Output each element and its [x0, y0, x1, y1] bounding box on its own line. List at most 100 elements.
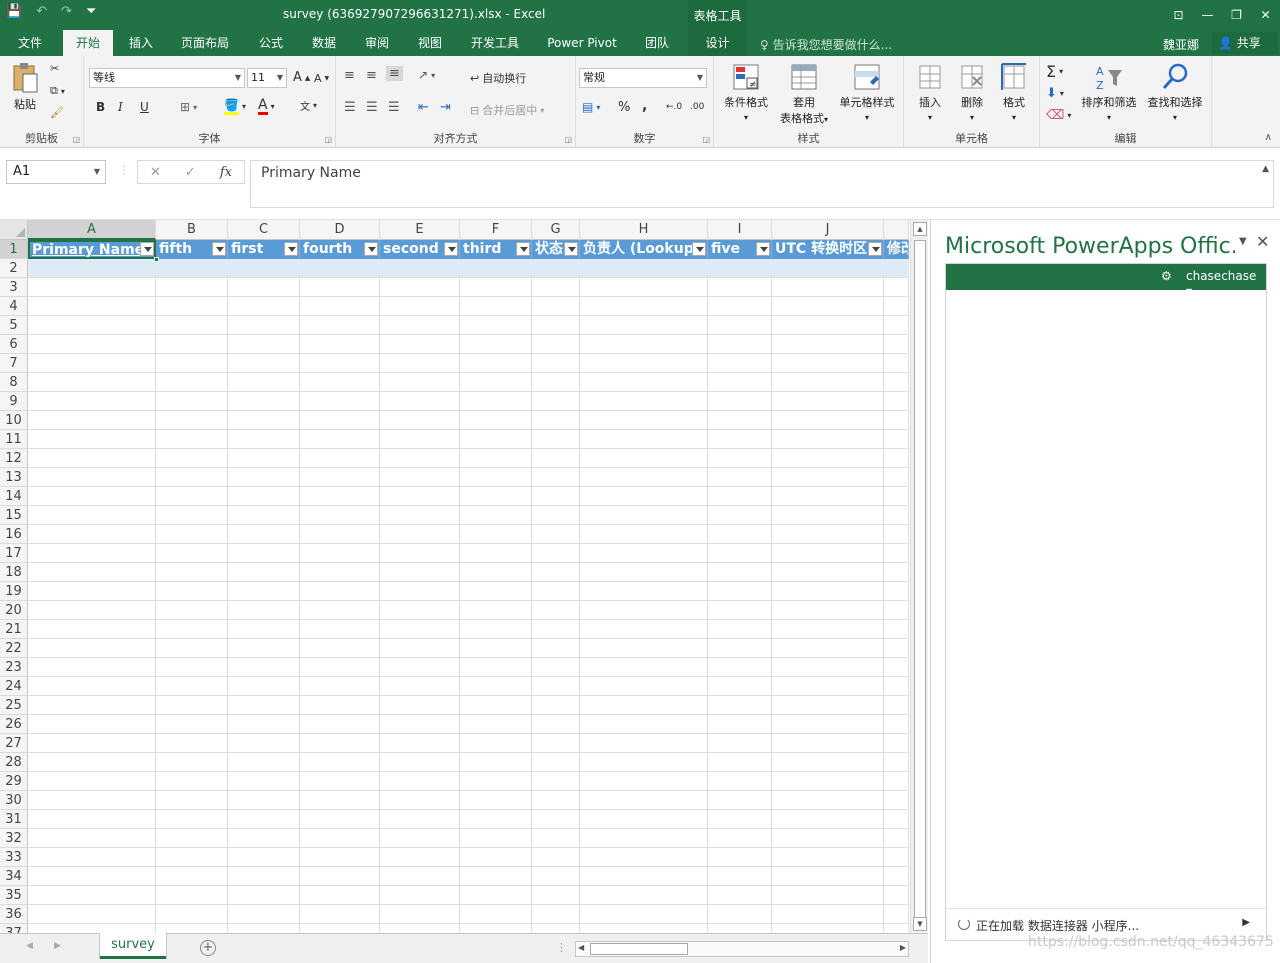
horizontal-scrollbar[interactable]: ◀ ▶	[575, 941, 909, 957]
row-header-25[interactable]: 25	[0, 696, 28, 715]
row-header-33[interactable]: 33	[0, 848, 28, 867]
collapse-ribbon-icon[interactable]: ∧	[1265, 132, 1272, 143]
tab-home[interactable]: 开始	[63, 30, 113, 56]
row-header-37[interactable]: 37	[0, 924, 28, 933]
font-color-button[interactable]: A ▾	[258, 98, 275, 115]
column-header-g[interactable]: G	[532, 220, 580, 240]
increase-decimal-button[interactable]: ←.0	[666, 102, 682, 112]
fill-button[interactable]: ⬇ ▾	[1046, 86, 1064, 101]
row-header-24[interactable]: 24	[0, 677, 28, 696]
sheet-tab-survey[interactable]: survey	[100, 933, 166, 959]
clear-button[interactable]: ⌫ ▾	[1046, 108, 1071, 123]
orientation-button[interactable]: ↗ ▾	[418, 68, 435, 82]
tab-design[interactable]: 设计	[688, 30, 747, 56]
column-header-h[interactable]: H	[580, 220, 708, 240]
scroll-up-icon[interactable]: ▲	[913, 222, 927, 236]
row-header-17[interactable]: 17	[0, 544, 28, 563]
row-header-14[interactable]: 14	[0, 487, 28, 506]
sort-filter-button[interactable]: AZ 排序和筛选 ▾	[1078, 62, 1140, 123]
splitter-dots-icon[interactable]: ⋮	[119, 165, 129, 176]
prev-sheet-icon[interactable]: ◀	[26, 941, 33, 951]
gear-icon[interactable]: ⚙	[1161, 269, 1172, 283]
column-header-a[interactable]: A	[28, 220, 156, 240]
scroll-right-icon[interactable]: ▶	[900, 943, 906, 952]
dialog-launcher-icon[interactable]: ◲	[702, 135, 710, 144]
row-header-7[interactable]: 7	[0, 354, 28, 373]
worksheet-grid[interactable]: ABCDEFGHIJ 1 2 3 4 5 6 7 8 9 10 11 12 13 14 15 16 17 18 19…	[0, 220, 928, 933]
grow-font-button[interactable]: A ▲	[293, 70, 310, 85]
decrease-decimal-button[interactable]: .00	[690, 102, 704, 112]
undo-icon[interactable]: ↶	[36, 4, 47, 19]
row-header-8[interactable]: 8	[0, 373, 28, 392]
cells-area[interactable]	[28, 240, 909, 933]
select-all-button[interactable]	[0, 220, 28, 240]
row-header-23[interactable]: 23	[0, 658, 28, 677]
dialog-launcher-icon[interactable]: ◲	[72, 135, 80, 144]
bottom-align-button[interactable]: ≡	[386, 66, 403, 81]
align-left-button[interactable]: ☰	[344, 100, 356, 115]
row-header-31[interactable]: 31	[0, 810, 28, 829]
table-header-cell[interactable]: 修改	[884, 240, 909, 259]
filter-dropdown-icon[interactable]	[444, 242, 458, 256]
hscroll-thumb[interactable]	[590, 943, 688, 955]
row-header-16[interactable]: 16	[0, 525, 28, 544]
row-header-6[interactable]: 6	[0, 335, 28, 354]
redo-icon[interactable]: ↷	[61, 4, 72, 19]
tab-view[interactable]: 视图	[406, 30, 454, 56]
row-header-10[interactable]: 10	[0, 411, 28, 430]
row-header-18[interactable]: 18	[0, 563, 28, 582]
share-button[interactable]: 👤 共享	[1212, 32, 1278, 54]
user-name[interactable]: 魏亚娜	[1163, 36, 1199, 53]
row-header-5[interactable]: 5	[0, 316, 28, 335]
tab-insert[interactable]: 插入	[117, 30, 165, 56]
expand-formula-bar-icon[interactable]: ▲	[1262, 164, 1269, 174]
filter-dropdown-icon[interactable]	[364, 242, 378, 256]
cancel-icon[interactable]: ✕	[150, 165, 161, 180]
column-header-d[interactable]: D	[300, 220, 380, 240]
tab-power-pivot[interactable]: Power Pivot	[540, 30, 624, 56]
underline-button[interactable]: U	[140, 100, 149, 114]
row-header-29[interactable]: 29	[0, 772, 28, 791]
phonetic-button[interactable]: 文 ▾	[300, 98, 317, 113]
table-header-cell[interactable]: Primary Name	[28, 240, 156, 259]
task-pane-user[interactable]: chasechase ▼	[1186, 269, 1266, 297]
dialog-launcher-icon[interactable]: ◲	[324, 135, 332, 144]
italic-button[interactable]: I	[118, 100, 123, 114]
next-sheet-icon[interactable]: ▶	[54, 941, 61, 951]
filter-dropdown-icon[interactable]	[756, 242, 770, 256]
tab-page-layout[interactable]: 页面布局	[172, 30, 238, 56]
restore-icon[interactable]: ❐	[1222, 0, 1251, 30]
row-header-22[interactable]: 22	[0, 639, 28, 658]
conditional-formatting-button[interactable]: ≠ 条件格式 ▾	[718, 62, 774, 123]
row-header-30[interactable]: 30	[0, 791, 28, 810]
row-header-3[interactable]: 3	[0, 278, 28, 297]
row-header-11[interactable]: 11	[0, 430, 28, 449]
filter-dropdown-icon[interactable]	[212, 242, 226, 256]
tab-data[interactable]: 数据	[300, 30, 348, 56]
column-header-j[interactable]: J	[772, 220, 884, 240]
font-name-select[interactable]: 等线 ▼	[89, 68, 245, 88]
decrease-indent-button[interactable]: ⇤	[418, 100, 429, 115]
row-header-2[interactable]: 2	[0, 259, 28, 278]
tab-developer[interactable]: 开发工具	[462, 30, 528, 56]
scroll-left-icon[interactable]: ◀	[578, 943, 584, 952]
play-icon[interactable]: ▶	[1242, 917, 1250, 928]
column-header-b[interactable]: B	[156, 220, 228, 240]
accounting-format-button[interactable]: ▤ ▾	[582, 100, 600, 114]
align-center-button[interactable]: ☰	[366, 100, 378, 115]
format-painter-button[interactable]: 🖌	[50, 106, 64, 119]
dialog-launcher-icon[interactable]: ◲	[564, 135, 572, 144]
filter-dropdown-icon[interactable]	[564, 242, 578, 256]
number-format-select[interactable]: 常规 ▼	[579, 68, 707, 88]
column-header-k[interactable]	[884, 220, 909, 240]
row-header-21[interactable]: 21	[0, 620, 28, 639]
row-header-4[interactable]: 4	[0, 297, 28, 316]
filter-dropdown-icon[interactable]	[692, 242, 706, 256]
format-as-table-button[interactable]: 套用 表格格式▾	[772, 62, 836, 126]
filter-dropdown-icon[interactable]	[868, 242, 882, 256]
format-cells-button[interactable]: 格式 ▾	[994, 62, 1034, 123]
row-header-35[interactable]: 35	[0, 886, 28, 905]
middle-align-button[interactable]: ≡	[366, 68, 377, 83]
row-header-20[interactable]: 20	[0, 601, 28, 620]
row-header-13[interactable]: 13	[0, 468, 28, 487]
